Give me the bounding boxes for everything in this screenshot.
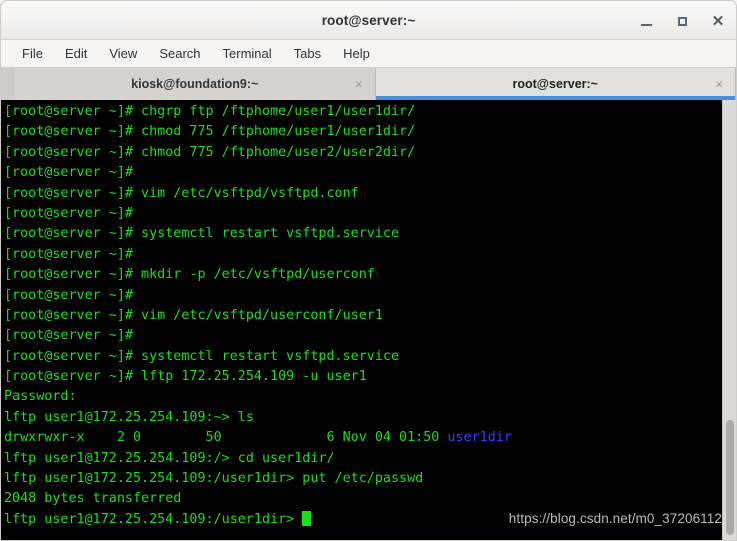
minimize-icon [640, 23, 652, 26]
close-icon: ✕ [711, 12, 725, 30]
menu-bar: File Edit View Search Terminal Tabs Help [0, 40, 737, 68]
menu-item-file[interactable]: File [11, 44, 54, 64]
menu-item-help[interactable]: Help [332, 44, 381, 64]
text-cursor [302, 510, 311, 526]
terminal-line: 2048 bytes transferred [4, 491, 182, 507]
ls-entry-meta: drwxrwxr-x 2 0 50 6 Nov 04 01:50 [4, 430, 448, 446]
terminal-window: root@server:~ ✕ File Edit View Search Te… [0, 0, 737, 541]
terminal-screen[interactable]: [root@server ~]# chgrp ftp /ftphome/user… [1, 100, 722, 540]
watermark-text: https://blog.csdn.net/m0_37206112 [508, 511, 722, 526]
terminal-line: [root@server ~]# chgrp ftp /ftphome/user… [4, 104, 416, 119]
terminal-line: [root@server ~]# [4, 205, 142, 221]
terminal-line: [root@server ~]# mkdir -p /etc/vsftpd/us… [4, 267, 375, 283]
tab-label: kiosk@foundation9:~ [131, 77, 259, 91]
tab-root-server[interactable]: root@server:~ × [375, 68, 736, 100]
terminal-line: [root@server ~]# vim /etc/vsftpd/usercon… [4, 307, 383, 323]
maximize-button[interactable] [672, 11, 692, 31]
tab-label: root@server:~ [512, 77, 599, 91]
tab-kiosk-foundation9[interactable]: kiosk@foundation9:~ × [15, 68, 376, 100]
terminal-line-ls-entry: drwxrwxr-x 2 0 50 6 Nov 04 01:50 user1di… [4, 428, 722, 448]
terminal-line: [root@server ~]# vim /etc/vsftpd/vsftpd.… [4, 185, 359, 201]
scrollbar-thumb[interactable] [726, 420, 734, 535]
terminal-body: [root@server ~]# chgrp ftp /ftphome/user… [0, 100, 737, 541]
terminal-line: [root@server ~]# lftp 172.25.254.109 -u … [4, 369, 367, 385]
menu-item-search[interactable]: Search [148, 44, 211, 64]
terminal-line: lftp user1@172.25.254.109:/user1dir> put… [4, 471, 424, 487]
menu-item-tabs[interactable]: Tabs [283, 44, 332, 64]
menu-item-view[interactable]: View [98, 44, 148, 64]
maximize-icon [677, 16, 687, 26]
terminal-line: [root@server ~]# chmod 775 /ftphome/user… [4, 124, 416, 140]
title-bar: root@server:~ ✕ [0, 0, 737, 40]
tab-bar: kiosk@foundation9:~ × root@server:~ × [0, 68, 737, 100]
minimize-button[interactable] [636, 11, 656, 31]
terminal-line: [root@server ~]# chmod 775 /ftphome/user… [4, 144, 416, 160]
tab-close-icon[interactable]: × [715, 78, 723, 91]
tab-close-icon[interactable]: × [355, 78, 363, 91]
prompt-text: lftp user1@172.25.254.109:/user1dir> [4, 511, 303, 527]
terminal-line: [root@server ~]# systemctl restart vsftp… [4, 226, 400, 242]
menu-item-edit[interactable]: Edit [54, 44, 98, 64]
ls-entry-dirname: user1dir [447, 430, 512, 446]
terminal-line: lftp user1@172.25.254.109:~> ls [4, 409, 254, 425]
terminal-line: [root@server ~]# [4, 328, 142, 344]
terminal-line: lftp user1@172.25.254.109:/> cd user1dir… [4, 450, 335, 466]
terminal-line: [root@server ~]# [4, 165, 142, 181]
terminal-line: Password: [4, 389, 77, 405]
terminal-line: [root@server ~]# [4, 246, 142, 262]
window-title: root@server:~ [321, 12, 416, 28]
menu-item-terminal[interactable]: Terminal [212, 44, 283, 64]
window-controls: ✕ [636, 1, 728, 41]
terminal-line: [root@server ~]# systemctl restart vsftp… [4, 348, 400, 364]
close-button[interactable]: ✕ [708, 11, 728, 31]
terminal-line: [root@server ~]# [4, 287, 142, 303]
vertical-scrollbar[interactable] [722, 100, 736, 540]
